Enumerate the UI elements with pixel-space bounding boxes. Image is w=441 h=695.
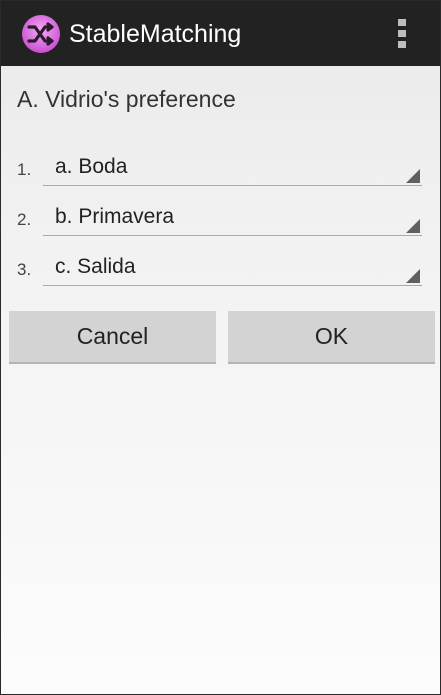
- spinner-underline: [43, 235, 422, 236]
- preference-row: 1. a. Boda: [1, 148, 440, 188]
- preference-row: 2. b. Primavera: [1, 198, 440, 238]
- dropdown-triangle-icon: [406, 169, 420, 183]
- spinner-value: b. Primavera: [55, 205, 175, 228]
- preference-row: 3. c. Salida: [1, 248, 440, 288]
- rank-label: 3.: [17, 260, 32, 279]
- spinner-value: c. Salida: [55, 255, 136, 278]
- shuffle-icon: [22, 15, 60, 53]
- dropdown-triangle-icon: [406, 269, 420, 283]
- dropdown-triangle-icon: [406, 219, 420, 233]
- dialog-heading: A. Vidrio's preference: [17, 86, 236, 112]
- preference-spinner-3[interactable]: c. Salida: [43, 248, 422, 286]
- rank-label: 1.: [17, 160, 32, 179]
- menu-dot: [398, 30, 406, 37]
- ok-button[interactable]: OK: [228, 311, 435, 364]
- preference-spinner-1[interactable]: a. Boda: [43, 148, 422, 186]
- app-title: StableMatching: [69, 20, 242, 48]
- app-screen: StableMatching A. Vidrio's preference 1.…: [0, 0, 441, 695]
- action-bar: StableMatching: [1, 1, 440, 66]
- overflow-menu-icon[interactable]: [398, 19, 406, 49]
- menu-dot: [398, 41, 406, 48]
- spinner-value: a. Boda: [55, 155, 128, 178]
- rank-label: 2.: [17, 210, 32, 229]
- cancel-button[interactable]: Cancel: [9, 311, 216, 364]
- menu-dot: [398, 19, 406, 26]
- spinner-underline: [43, 185, 422, 186]
- spinner-underline: [43, 285, 422, 286]
- preference-spinner-2[interactable]: b. Primavera: [43, 198, 422, 236]
